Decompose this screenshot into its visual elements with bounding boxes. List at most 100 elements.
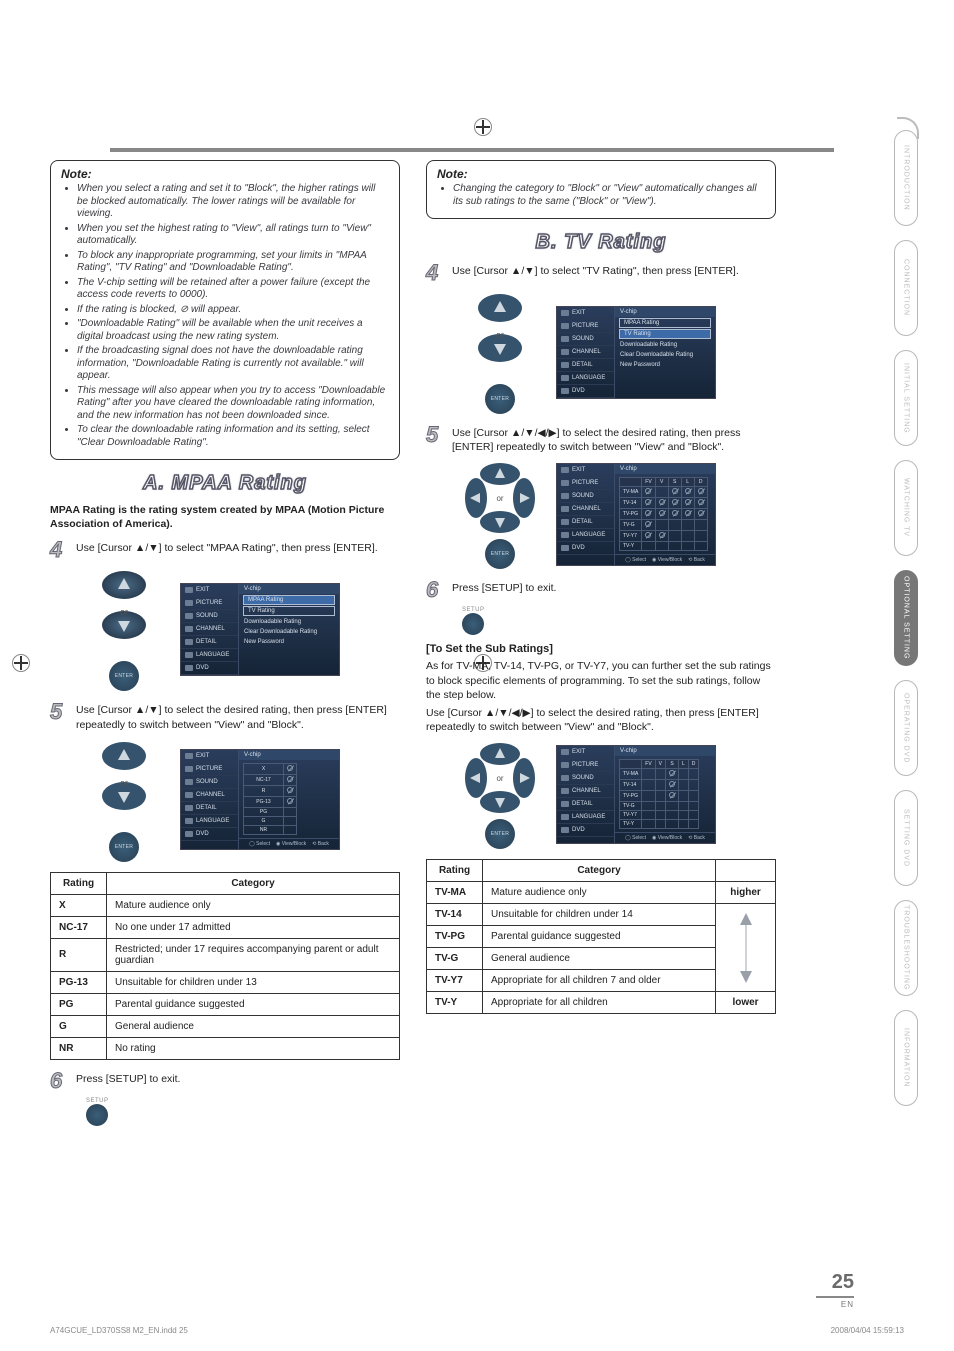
- osd-left-menu-b5: EXITPICTURESOUNDCHANNELDETAILLANGUAGEDVD: [557, 464, 615, 565]
- side-tab: INITIAL SETTING: [894, 350, 918, 446]
- step-text: Use [Cursor ▲/▼] to select "TV Rating", …: [452, 262, 739, 278]
- table-row: PG-13Unsuitable for children under 13: [51, 971, 400, 993]
- osd-left-menu: EXITPICTURESOUNDCHANNELDETAILLANGUAGEDVD: [181, 584, 239, 675]
- note-item: If the broadcasting signal does not have…: [77, 345, 389, 383]
- enter-button-icon: ENTER: [485, 539, 515, 569]
- page-number-box: 25 EN: [816, 1271, 854, 1309]
- osd-left-menu-b: EXITPICTURESOUNDCHANNELDETAILLANGUAGEDVD: [557, 307, 615, 398]
- osd-right-item: TV Rating: [619, 329, 711, 339]
- dpad-4way-icon: or: [462, 460, 538, 536]
- remote-and-osd-sub: or ENTER EXITPICTURESOUNDCHANNELDETAILLA…: [462, 740, 776, 849]
- osd-left-item: EXIT: [557, 464, 614, 477]
- side-tab: CONNECTION: [894, 240, 918, 336]
- tv-tbody: TV-MAMature audience onlyhigherTV-14Unsu…: [427, 882, 776, 1014]
- remote-dpad-4way: or ENTER: [462, 460, 538, 569]
- right-column: Note: Changing the category to "Block" o…: [426, 160, 776, 1126]
- note-item: When you select a rating and set it to "…: [77, 183, 389, 221]
- osd-items-b4: MPAA RatingTV RatingDownloadable RatingC…: [615, 318, 715, 370]
- note-item: To block any inappropriate programming, …: [77, 250, 389, 275]
- osd-left-item: PICTURE: [181, 597, 238, 610]
- step-b4: 4 Use [Cursor ▲/▼] to select "TV Rating"…: [426, 262, 776, 284]
- osd-left-item: CHANNEL: [557, 503, 614, 516]
- osd-left-item: SOUND: [557, 772, 614, 785]
- osd-left-item: CHANNEL: [557, 785, 614, 798]
- osd-tv-table-sub: FVVSLDTV-MATV-14TV-PGTV-GTV-Y7TV-Y: [619, 759, 699, 829]
- setup-button-icon: [86, 1104, 108, 1126]
- footer-right: 2008/04/04 15:59:13: [831, 1326, 904, 1335]
- table-row: PGParental guidance suggested: [51, 993, 400, 1015]
- svg-text:or: or: [496, 774, 503, 783]
- osd-left-item: PICTURE: [557, 320, 614, 333]
- osd-left-item: PICTURE: [557, 759, 614, 772]
- osd-left-item: SOUND: [557, 490, 614, 503]
- table-row: GGeneral audience: [51, 1015, 400, 1037]
- table-row: NC-17No one under 17 admitted: [51, 916, 400, 938]
- osd-vchip-menu: EXITPICTURESOUNDCHANNELDETAILLANGUAGEDVD…: [180, 583, 340, 676]
- osd-tv-grid: EXITPICTURESOUNDCHANNELDETAILLANGUAGEDVD…: [556, 463, 716, 566]
- osd-left-item: SOUND: [181, 776, 238, 789]
- mpaa-intro: MPAA Rating is the rating system created…: [50, 503, 400, 531]
- osd-left-item: LANGUAGE: [557, 372, 614, 385]
- page-lang: EN: [816, 1300, 854, 1309]
- page-number: 25: [816, 1271, 854, 1294]
- osd-left-item: PICTURE: [181, 763, 238, 776]
- note-title: Note:: [437, 167, 765, 181]
- note-box-a: Note: When you select a rating and set i…: [50, 160, 400, 460]
- note-list-a: When you select a rating and set it to "…: [61, 183, 389, 449]
- remote-and-osd-b5: or ENTER EXITPICTURESOUNDCHANNELDETAILLA…: [462, 460, 776, 569]
- mpaa-rating-table: Rating Category XMature audience onlyNC-…: [50, 872, 400, 1060]
- step-text: Press [SETUP] to exit.: [452, 579, 556, 595]
- dpad-updown-icon: [462, 290, 538, 366]
- osd-tv-grid-sub: EXITPICTURESOUNDCHANNELDETAILLANGUAGEDVD…: [556, 745, 716, 844]
- dpad-updown-icon: [86, 567, 162, 643]
- step-text: Use [Cursor ▲/▼/◀/▶] to select the desir…: [452, 424, 776, 454]
- osd-left-menu-2: EXITPICTURESOUNDCHANNELDETAILLANGUAGEDVD: [181, 750, 239, 849]
- osd-left-item: DETAIL: [557, 798, 614, 811]
- remote-and-osd-b4: or ENTER EXITPICTURESOUNDCHANNELDETAILLA…: [462, 290, 776, 414]
- table-row: NRNo rating: [51, 1037, 400, 1059]
- sub-ratings-head: [To Set the Sub Ratings]: [426, 643, 776, 655]
- osd-left-item: CHANNEL: [557, 346, 614, 359]
- osd-left-item: DETAIL: [557, 359, 614, 372]
- table-row: TV-YAppropriate for all childrenlower: [427, 992, 776, 1014]
- osd-left-item: EXIT: [181, 750, 238, 763]
- note-item: If the rating is blocked, ⊘ will appear.: [77, 304, 389, 317]
- note-item: "Downloadable Rating" will be available …: [77, 318, 389, 343]
- note-item: This message will also appear when you t…: [77, 385, 389, 423]
- side-tab: INTRODUCTION: [894, 130, 918, 226]
- step-number: 6: [50, 1070, 70, 1092]
- osd-mpaa-list: EXITPICTURESOUNDCHANNELDETAILLANGUAGEDVD…: [180, 749, 340, 850]
- th-category: Category: [483, 860, 716, 882]
- setup-label: SETUP: [86, 1098, 400, 1104]
- osd-right-item: MPAA Rating: [243, 595, 335, 605]
- step-text: Press [SETUP] to exit.: [76, 1070, 180, 1086]
- osd-left-item: DETAIL: [181, 636, 238, 649]
- osd-left-item: CHANNEL: [181, 623, 238, 636]
- osd-left-item: DVD: [181, 828, 238, 841]
- note-item: When you set the highest rating to "View…: [77, 223, 389, 248]
- remote-and-osd-a4: or ENTER EXITPICTURESOUNDCHANNELDETAILLA…: [86, 567, 400, 691]
- remote-dpad: or ENTER: [86, 738, 162, 862]
- osd-mpaa-table: XNC-17RPG-13PGGNR: [243, 763, 297, 835]
- osd-left-item: EXIT: [557, 307, 614, 320]
- setup-button-icon: [462, 613, 484, 635]
- section-b-banner: B. TV Rating: [426, 231, 776, 254]
- note-title: Note:: [61, 167, 389, 181]
- sub-ratings-para1: As for TV-MA, TV-14, TV-PG, or TV-Y7, yo…: [426, 659, 776, 702]
- setup-button-graphic: SETUP: [86, 1098, 400, 1126]
- side-tab: OPERATING DVD: [894, 680, 918, 776]
- side-tab: INFORMATION: [894, 1010, 918, 1106]
- th-category: Category: [107, 872, 400, 894]
- osd-left-item: SOUND: [557, 333, 614, 346]
- osd-right-item: Clear Downloadable Rating: [615, 350, 715, 360]
- or-label: or: [120, 778, 128, 788]
- step-a6: 6 Press [SETUP] to exit.: [50, 1070, 400, 1092]
- step-number: 5: [426, 424, 446, 446]
- setup-button-graphic: SETUP: [462, 607, 776, 635]
- or-label: or: [120, 607, 128, 617]
- osd-left-item: DETAIL: [181, 802, 238, 815]
- osd-right-item: MPAA Rating: [619, 318, 711, 328]
- dpad-updown-icon: [86, 738, 162, 814]
- step-a5: 5 Use [Cursor ▲/▼] to select the desired…: [50, 701, 400, 731]
- note-item: To clear the downloadable rating informa…: [77, 424, 389, 449]
